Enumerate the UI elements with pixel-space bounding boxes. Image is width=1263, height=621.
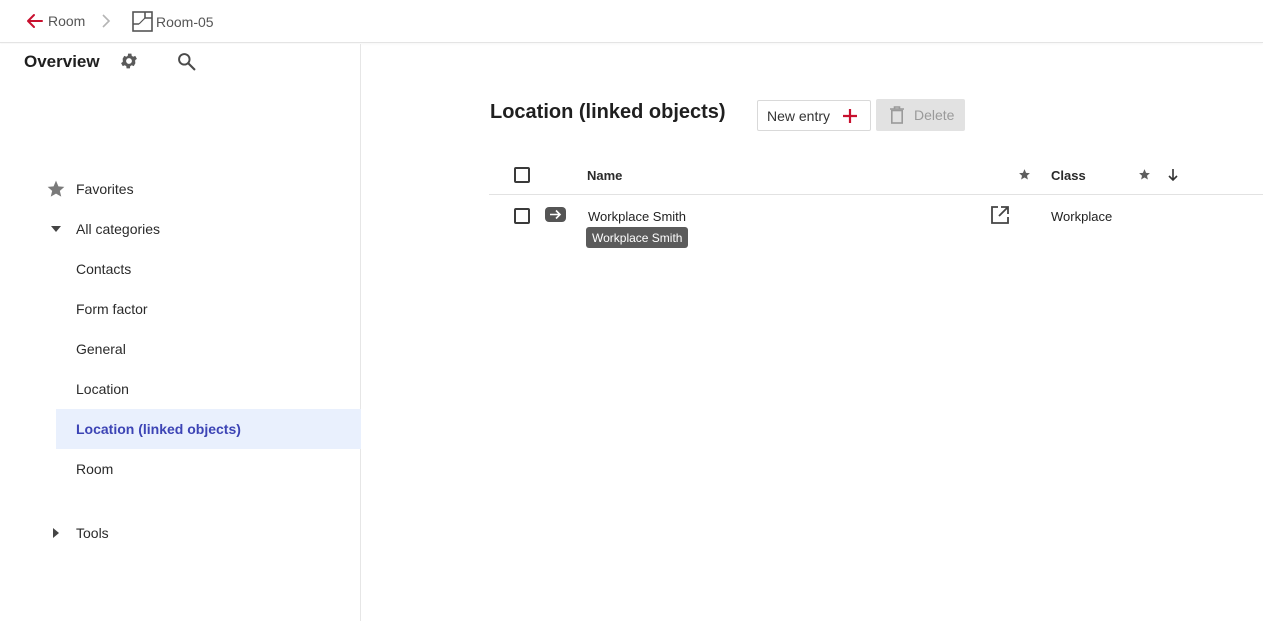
tooltip: Workplace Smith xyxy=(586,227,689,248)
star-icon[interactable] xyxy=(1018,168,1031,181)
table-header: Name Class xyxy=(489,155,1263,195)
sidebar-item-label: General xyxy=(76,341,126,357)
sidebar-item-location[interactable]: Location xyxy=(56,369,361,409)
sidebar-item-all-categories[interactable]: All categories xyxy=(44,209,160,249)
breadcrumb-current: Room-05 xyxy=(132,11,214,32)
breadcrumb-current-label: Room-05 xyxy=(156,13,214,30)
sidebar-item-label: Location xyxy=(76,381,129,397)
new-entry-label: New entry xyxy=(767,107,831,124)
select-all-checkbox[interactable] xyxy=(514,167,530,183)
sidebar-item-label: Form factor xyxy=(76,301,148,317)
column-header-class[interactable]: Class xyxy=(1051,168,1086,183)
row-class: Workplace xyxy=(1051,209,1113,224)
chevron-right-icon xyxy=(102,14,111,28)
trash-icon xyxy=(890,106,904,124)
column-header-name[interactable]: Name xyxy=(587,168,622,183)
plus-icon xyxy=(843,109,857,123)
sidebar-item-tools[interactable]: Tools xyxy=(44,513,109,553)
sort-descending-icon[interactable] xyxy=(1167,168,1179,182)
room-icon xyxy=(132,11,153,32)
page-title: Location (linked objects) xyxy=(490,101,726,123)
open-details-icon[interactable] xyxy=(545,207,566,222)
sidebar-item-label: Room xyxy=(76,461,114,477)
row-checkbox[interactable] xyxy=(514,208,530,224)
favorites-label: Favorites xyxy=(76,181,134,197)
star-icon xyxy=(47,180,65,197)
delete-label: Delete xyxy=(914,107,955,123)
caret-right-icon xyxy=(53,528,59,538)
search-icon[interactable] xyxy=(176,51,197,72)
breadcrumb-back-label: Room xyxy=(48,13,86,29)
star-icon[interactable] xyxy=(1138,168,1151,181)
external-link-icon[interactable] xyxy=(990,205,1010,225)
sidebar-item-contacts[interactable]: Contacts xyxy=(56,249,361,289)
sidebar-item-room[interactable]: Room xyxy=(56,449,361,489)
new-entry-button[interactable]: New entry xyxy=(757,100,871,131)
tools-label: Tools xyxy=(76,525,109,541)
row-name[interactable]: Workplace Smith xyxy=(588,209,686,224)
gear-icon[interactable] xyxy=(119,51,139,71)
sidebar-item-favorites[interactable]: Favorites xyxy=(44,169,134,209)
arrow-left-icon xyxy=(27,14,43,28)
breadcrumb-back-link[interactable]: Room xyxy=(26,12,85,30)
sidebar-item-location-linked-objects[interactable]: Location (linked objects) xyxy=(56,409,361,449)
sidebar-item-label: Contacts xyxy=(76,261,132,277)
overview-title: Overview xyxy=(24,52,100,71)
caret-down-icon xyxy=(51,226,61,232)
sidebar-item-general[interactable]: General xyxy=(56,329,361,369)
all-categories-label: All categories xyxy=(76,221,161,237)
sidebar-item-label: Location (linked objects) xyxy=(76,421,241,437)
top-bar: Room Room-05 xyxy=(0,0,1263,43)
delete-button[interactable]: Delete xyxy=(876,99,965,131)
sidebar-item-form-factor[interactable]: Form factor xyxy=(56,289,361,329)
